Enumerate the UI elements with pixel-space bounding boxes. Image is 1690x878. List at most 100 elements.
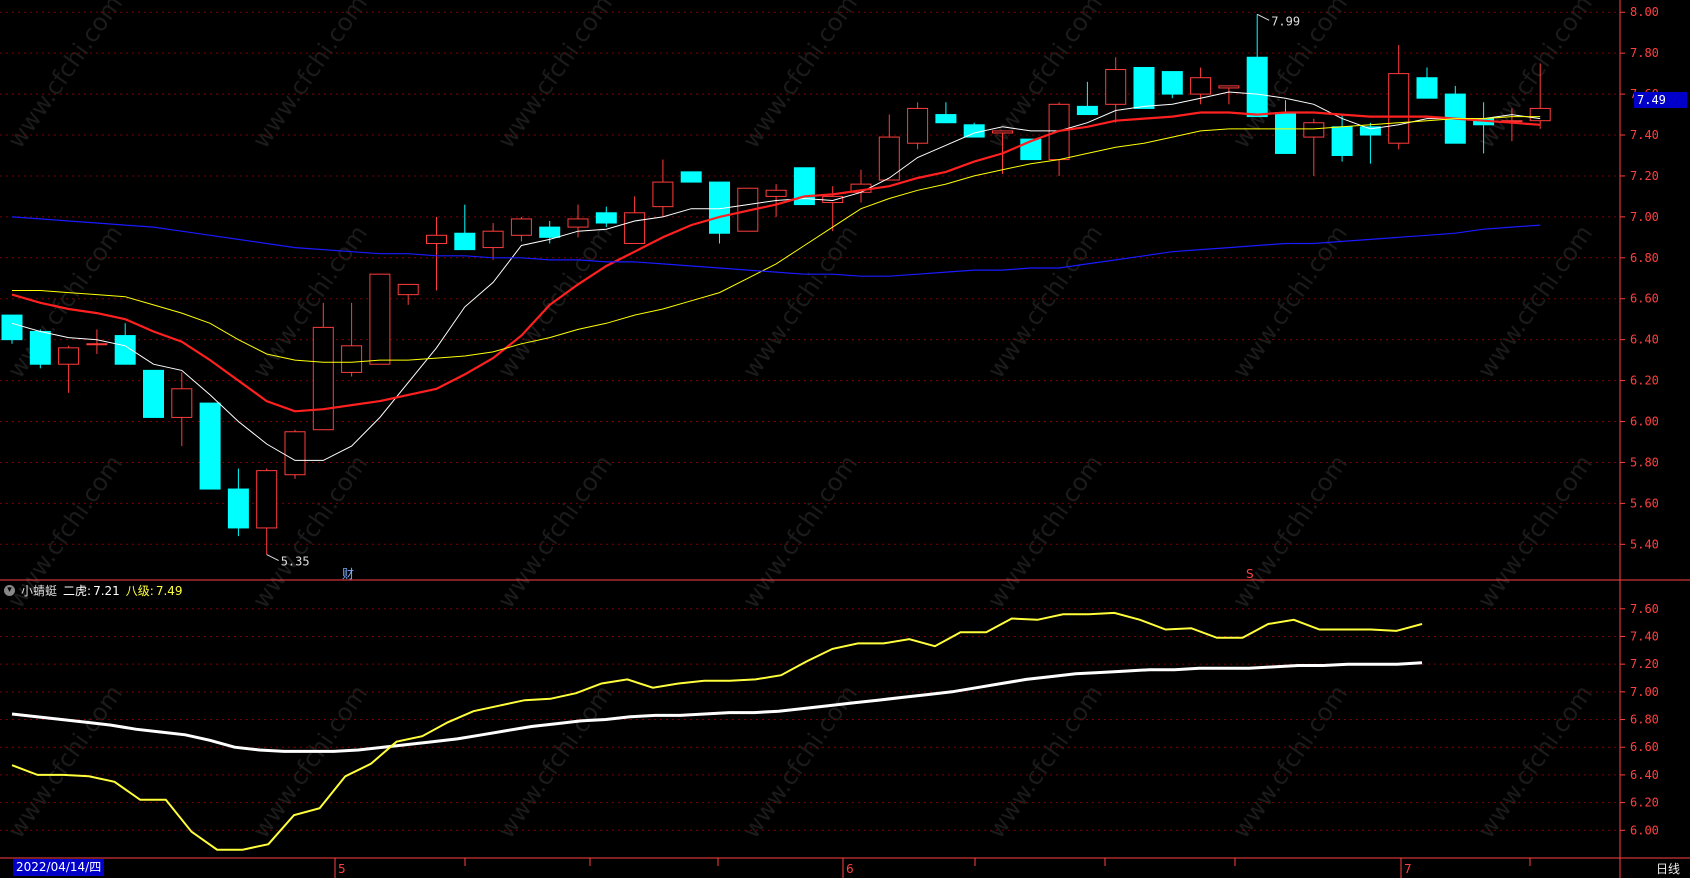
axis-tick-label: 6.60 [1630,740,1659,754]
axis-tick-label: 7.60 [1630,602,1659,616]
candle-body [1331,126,1353,156]
axis-tick-label: 7.80 [1630,46,1659,60]
candle-body [1,314,23,341]
axis-tick-label: 6.00 [1630,823,1659,837]
high-pointer [1256,13,1270,21]
watermark-text: www.cfchi.com [982,680,1108,843]
watermark-text: www.cfchi.com [1472,220,1598,383]
axis-tick-label: 5.80 [1630,455,1659,469]
watermark-text: www.cfchi.com [1472,450,1598,613]
candle-body [567,218,589,228]
candle-body [539,226,561,238]
watermark-text: www.cfchi.com [2,680,128,843]
low-annotation: 5.35 [281,555,310,569]
line1-label: 二虎: [63,584,92,598]
candle-body [397,283,419,296]
watermark-text: www.cfchi.com [982,450,1108,613]
watermark-text: www.cfchi.com [737,0,863,153]
axis-tick-label: 6.60 [1630,292,1659,306]
axis-tick-label: 7.00 [1630,685,1659,699]
watermark-text: www.cfchi.com [1472,0,1598,153]
watermark-text: www.cfchi.com [982,220,1108,383]
axis-tick-label: 5.40 [1630,537,1659,551]
axis-tick-label: 8.00 [1630,5,1659,19]
candle-body [1218,85,1240,89]
chart-canvas[interactable]: www.cfchi.com www.cfchi.com www.cfchi.com w… [0,0,1690,878]
indicator-name[interactable]: 小蜻蜓 [21,582,57,599]
axis-tick-label: 6.40 [1630,768,1659,782]
axis-tick-label: 7.20 [1630,657,1659,671]
candle-body [86,343,108,346]
candle-body [680,171,702,183]
axis-tick-label: 6.80 [1630,713,1659,727]
candle-body [29,330,51,365]
cursor-date: 2022/04/14/四 [13,859,105,876]
axis-tick-label: 6.20 [1630,374,1659,388]
candle-body [426,234,447,244]
line2-value: 7.49 [155,583,183,598]
price-axis: 5.40 5.60 5.80 6.00 6.20 6.40 6.60 6.80 7.00 7.20… [1620,5,1659,837]
candle-body [822,195,844,204]
candle-body [1388,73,1410,144]
indicator-line [11,661,1423,753]
candle-body [58,347,80,365]
axis-tick-label: 7.00 [1630,210,1659,224]
candle-body [1076,105,1098,116]
candle-body [369,273,391,365]
axis-tick-label: 6.80 [1630,251,1659,265]
watermark-text: www.cfchi.com [1227,680,1353,843]
candle-body [624,212,646,244]
candle-body [256,470,278,529]
watermark-text: www.cfchi.com [492,0,618,153]
watermark-text: www.cfchi.com [492,450,618,613]
watermark-text: www.cfchi.com [247,0,373,153]
axis-tick-label: 6.00 [1630,415,1659,429]
axis-tick-label: 7.20 [1630,169,1659,183]
financial-report-marker[interactable]: 财 [342,567,354,581]
month-label: 5 [338,862,346,876]
candle-body [595,212,617,224]
candle-body [1416,77,1438,99]
candle-body [652,181,674,208]
chevron-down-icon[interactable]: ▾ [4,585,15,596]
line2-label: 八级: [125,584,154,598]
indicator-line [11,611,1423,851]
month-label: 7 [1404,862,1412,876]
candle-body [312,326,334,431]
watermark-text: www.cfchi.com [1227,220,1353,383]
candle-body [454,232,476,251]
candle-body [878,136,900,181]
watermark-text: www.cfchi.com [1472,680,1598,843]
watermark-layer: www.cfchi.com www.cfchi.com www.cfchi.com w… [2,0,1598,843]
indicator-title: ▾ 小蜻蜓 二虎: 7.21 八级: 7.49 [4,582,183,599]
axis-tick-label: 6.20 [1630,796,1659,810]
candle-body [1161,71,1183,95]
candle-body [171,388,193,418]
candle-body [765,189,787,197]
last-price-badge: 7.49 [1634,92,1687,108]
watermark-text: www.cfchi.com [737,450,863,613]
month-label: 6 [846,862,854,876]
s-marker[interactable]: S [1246,567,1254,581]
candle-body [341,345,363,373]
period-button[interactable]: 日线 [1656,860,1680,877]
candle-body [935,114,957,124]
axis-tick-label: 7.40 [1630,128,1659,142]
candle-body [963,124,985,138]
axis-tick-label: 6.40 [1630,333,1659,347]
axis-tick-label: 7.40 [1630,629,1659,643]
watermark-text: www.cfchi.com [247,680,373,843]
candle-body [284,431,306,476]
candle-body [1275,112,1296,154]
candle-body [482,230,504,249]
axis-tick-label: 5.60 [1630,496,1659,510]
candle-body [143,369,164,418]
candle-body [1190,77,1212,95]
line1-value: 7.21 [93,583,120,598]
candle-body [510,218,532,236]
watermark-text: www.cfchi.com [492,680,618,843]
candle-body [1529,107,1551,122]
candle-body [907,107,929,144]
watermark-text: www.cfchi.com [737,220,863,383]
indicator-lines [11,611,1423,851]
